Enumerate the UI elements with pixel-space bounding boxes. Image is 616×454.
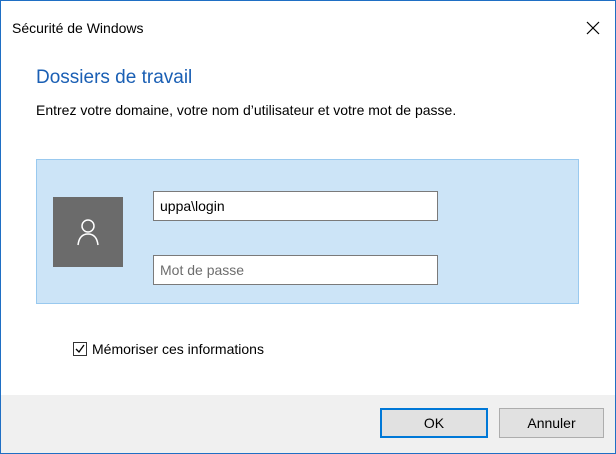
- remember-row[interactable]: Mémoriser ces informations: [73, 341, 264, 357]
- security-dialog: Sécurité de Windows Dossiers de travail …: [0, 0, 616, 454]
- username-field[interactable]: [153, 191, 438, 221]
- avatar: [53, 197, 123, 267]
- dialog-heading: Dossiers de travail: [36, 67, 193, 88]
- button-bar: OK Annuler: [1, 395, 615, 453]
- remember-label[interactable]: Mémoriser ces informations: [92, 341, 264, 357]
- close-icon: [586, 21, 600, 35]
- dialog-subtitle: Entrez votre domaine, votre nom d’utilis…: [36, 102, 457, 118]
- cancel-button[interactable]: Annuler: [499, 408, 604, 438]
- window-title: Sécurité de Windows: [12, 20, 144, 36]
- title-bar: Sécurité de Windows: [1, 1, 615, 49]
- ok-button[interactable]: OK: [380, 408, 488, 438]
- password-field[interactable]: [153, 255, 438, 285]
- checkmark-icon: [75, 344, 85, 354]
- credential-panel: [36, 159, 579, 304]
- close-button[interactable]: [571, 9, 615, 47]
- user-icon: [77, 219, 99, 246]
- remember-checkbox[interactable]: [73, 342, 87, 356]
